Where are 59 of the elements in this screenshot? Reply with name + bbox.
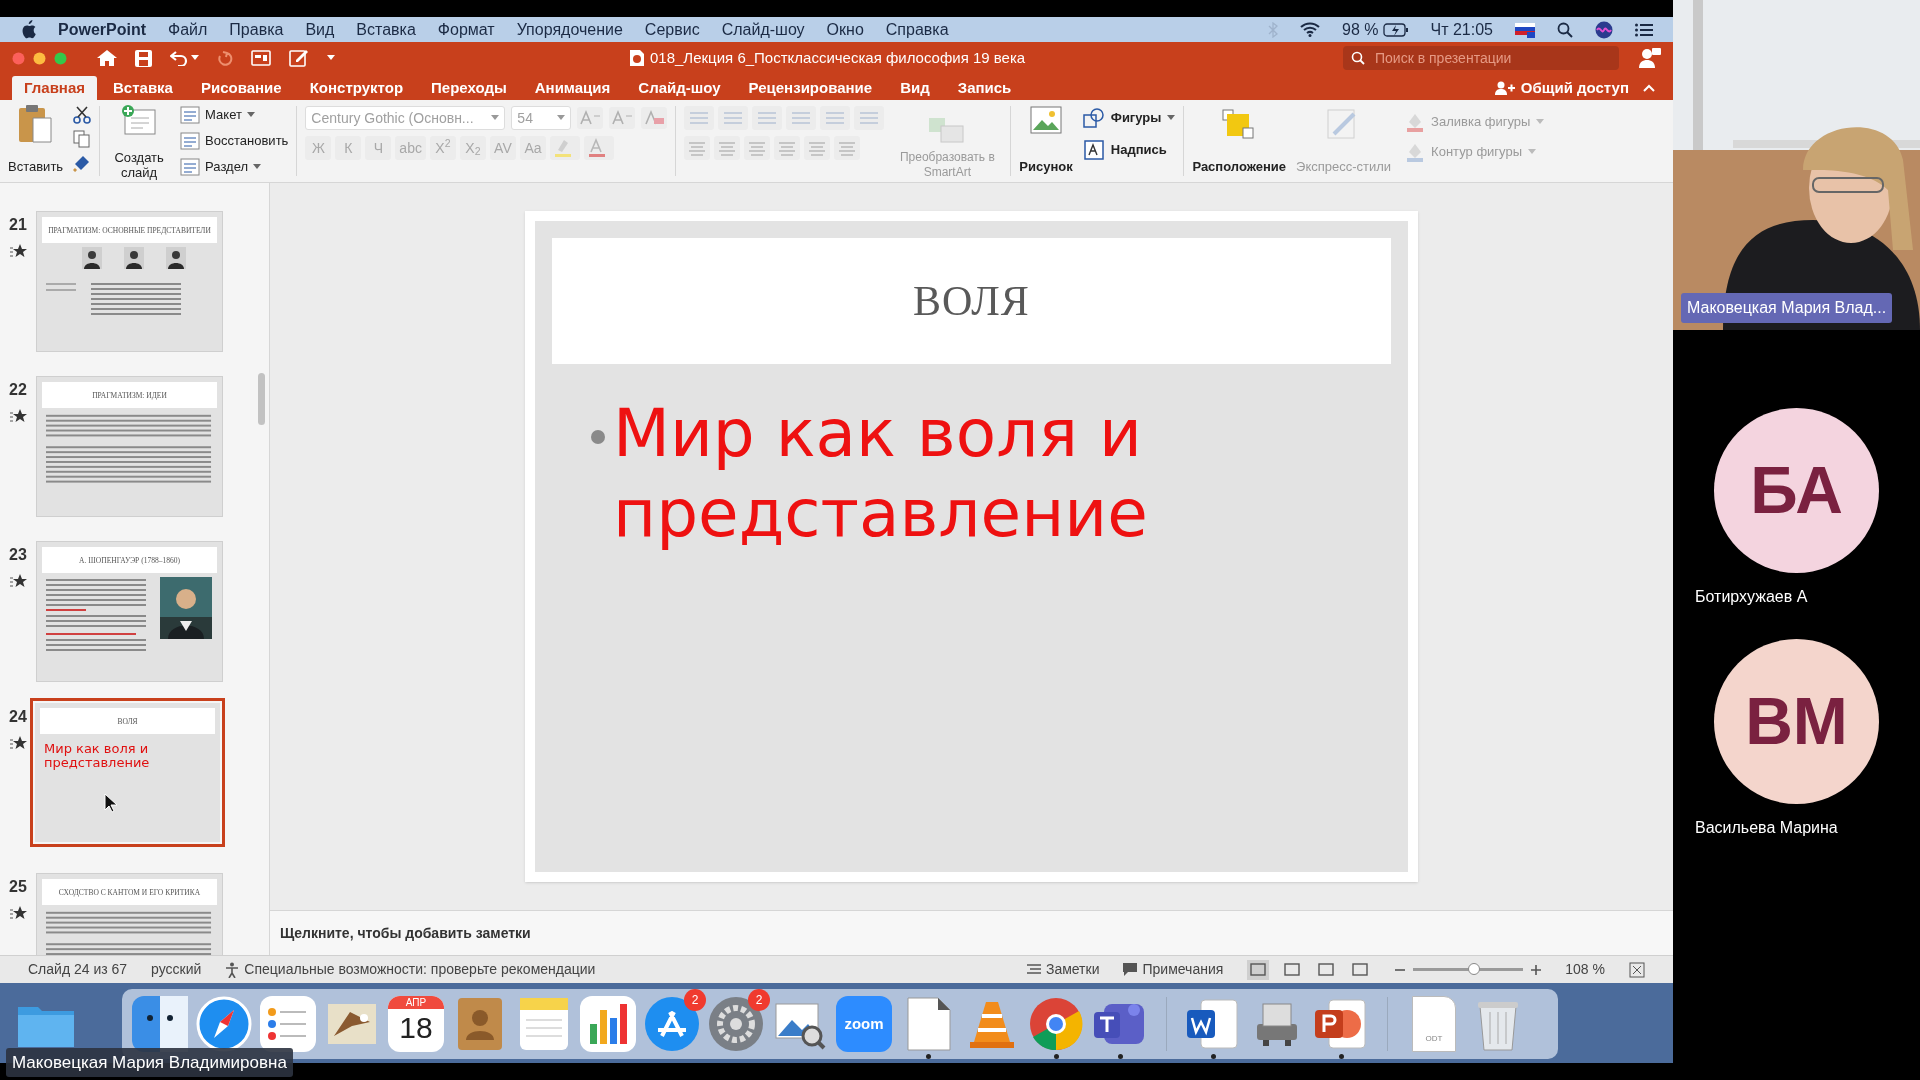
menu-item[interactable]: Справка <box>885 17 949 42</box>
slide-number: 25 <box>9 877 27 897</box>
ribbon-tab[interactable]: Рецензирование <box>736 76 885 100</box>
ribbon-tab[interactable]: Запись <box>945 76 1024 100</box>
comments-button[interactable]: Примечания <box>1123 959 1224 980</box>
notification-badge: 2 <box>684 989 706 1011</box>
calendar-icon[interactable]: АПР 18 <box>388 996 444 1052</box>
participant-name: Васильева Марина <box>1695 818 1838 838</box>
zoom-percent[interactable]: 108 % <box>1565 959 1605 980</box>
slide-counter: Слайд 24 из 67 <box>28 960 128 979</box>
layout-button[interactable]: Макет <box>180 104 289 126</box>
slide-number: 22 <box>9 380 27 400</box>
picture-button[interactable]: Рисунок <box>1019 106 1073 182</box>
menu-item[interactable]: Упорядочение <box>516 17 623 42</box>
menu-item[interactable]: Файл <box>168 17 208 42</box>
participant-avatar: ВМ <box>1714 639 1879 804</box>
notification-badge: 2 <box>748 989 770 1011</box>
menu-item[interactable]: Правка <box>229 17 284 42</box>
clock[interactable]: Чт 21:05 <box>1430 17 1493 42</box>
participant-name-label: Маковецкая Мария Влад... <box>1681 293 1893 323</box>
ribbon-tab[interactable]: Анимация <box>522 76 623 100</box>
slide-thumbnail-text: Мир как воля и представление <box>44 740 151 770</box>
shapes-button[interactable]: Фигуры <box>1082 106 1176 130</box>
app-menu[interactable]: PowerPoint <box>58 17 146 42</box>
slide-title: ВОЛЯ <box>913 276 1030 326</box>
ribbon-tab[interactable]: Слайд-шоу <box>626 76 733 100</box>
language-label[interactable]: русский <box>151 959 202 980</box>
ribbon-tab[interactable]: Главная <box>12 76 97 100</box>
menu-item[interactable]: Вид <box>305 17 335 42</box>
menu-item[interactable]: Окно <box>826 17 864 42</box>
notes-button[interactable]: Заметки <box>1026 959 1100 980</box>
menu-item[interactable]: Формат <box>437 17 495 42</box>
window-title: 018_Лекция 6_Постклассическая философия 19 века <box>650 47 1026 68</box>
menu-item[interactable]: Вставка <box>356 17 416 42</box>
slide-number: 21 <box>9 215 27 235</box>
slide-bullet-text: Мир как воля и представление <box>613 394 1149 554</box>
menu-item[interactable]: Слайд-шоу <box>721 17 805 42</box>
battery-percent: 98 % <box>1342 19 1379 40</box>
notes-field[interactable]: Щелкните, чтобы добавить заметки <box>280 922 531 944</box>
ribbon-tab[interactable]: Конструктор <box>297 76 416 100</box>
slide-number: 23 <box>9 545 27 565</box>
document-icon[interactable]: ODT <box>1412 996 1456 1052</box>
ribbon-tab[interactable]: Переходы <box>419 76 519 100</box>
section-button[interactable]: Раздел <box>180 156 289 178</box>
paste-button[interactable]: Вставить <box>8 104 64 182</box>
participant-name: Ботирхужаев А <box>1695 587 1808 607</box>
reset-button[interactable]: Восстановить <box>180 130 289 152</box>
accessibility-button[interactable]: Специальные возможности: проверьте рекомендации <box>225 959 596 980</box>
new-slide-button[interactable]: Создать слайд <box>108 104 171 182</box>
ribbon-tab[interactable]: Вид <box>888 76 942 100</box>
menu-item[interactable]: Сервис <box>644 17 700 42</box>
ribbon-tab[interactable]: Вставка <box>101 76 185 100</box>
arrange-button[interactable]: Расположение <box>1192 100 1287 182</box>
participant-name-label: Маковецкая Мария Владимировна <box>6 1047 293 1077</box>
participant-avatar: БА <box>1714 408 1879 573</box>
share-button[interactable]: Общий доступ <box>1494 76 1629 100</box>
slide-number: 24 <box>9 707 27 727</box>
ribbon-tab[interactable]: Рисование <box>188 76 294 100</box>
textbox-button[interactable]: Надпись <box>1082 138 1176 162</box>
